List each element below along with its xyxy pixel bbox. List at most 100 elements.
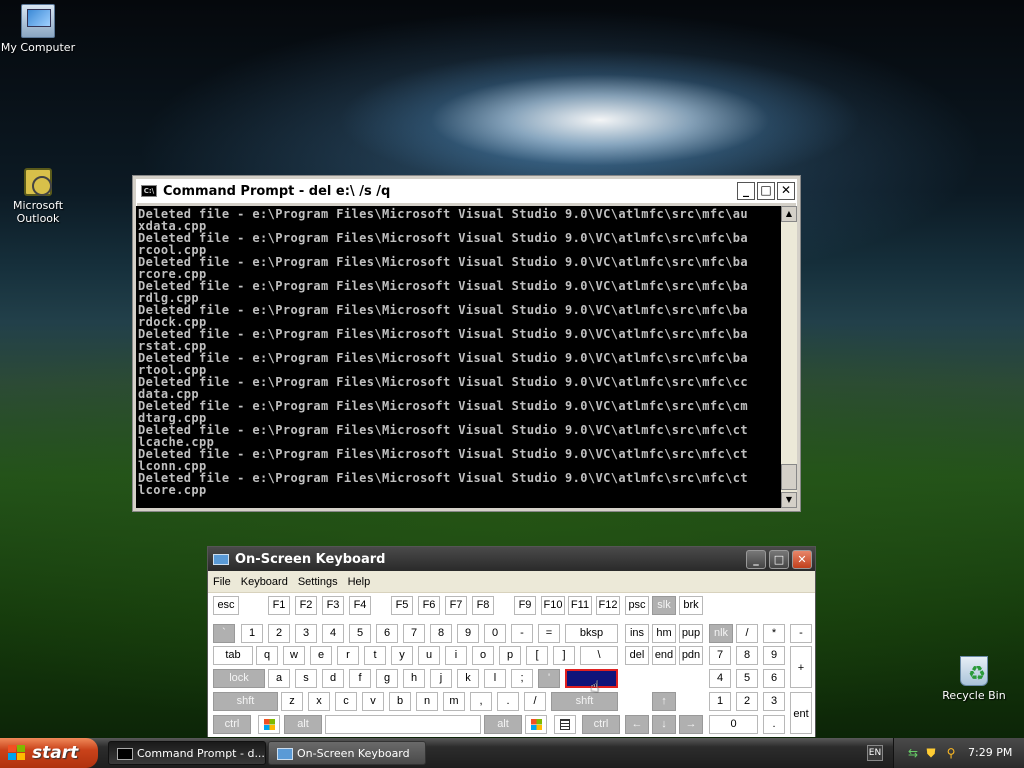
key-j[interactable]: j xyxy=(430,669,452,688)
key-lalt[interactable]: alt xyxy=(284,715,322,734)
key-e[interactable]: e xyxy=(310,646,332,665)
key-f2[interactable]: F2 xyxy=(295,596,317,615)
key-f6[interactable]: F6 xyxy=(418,596,440,615)
key-n2[interactable]: 2 xyxy=(736,692,758,711)
key-z[interactable]: z xyxy=(281,692,303,711)
key-slash[interactable]: / xyxy=(524,692,546,711)
close-button[interactable]: ✕ xyxy=(777,182,795,200)
windows-key-icon[interactable] xyxy=(525,715,547,734)
key-l[interactable]: l xyxy=(484,669,506,688)
key-y[interactable]: y xyxy=(391,646,413,665)
key-w[interactable]: w xyxy=(283,646,305,665)
key-h[interactable]: h xyxy=(403,669,425,688)
key-r[interactable]: r xyxy=(337,646,359,665)
key-tab[interactable]: tab xyxy=(213,646,253,665)
key-f12[interactable]: F12 xyxy=(596,596,620,615)
minimize-button[interactable]: _ xyxy=(737,182,755,200)
key-grave[interactable]: ` xyxy=(213,624,235,643)
key-f10[interactable]: F10 xyxy=(541,596,565,615)
network-icon[interactable]: ⇆ xyxy=(906,746,920,760)
key-del[interactable]: del xyxy=(625,646,649,665)
search-icon[interactable]: ⚲ xyxy=(944,746,958,760)
key-rshft[interactable]: shft xyxy=(551,692,618,711)
key-esc[interactable]: esc xyxy=(213,596,239,615)
key-f8[interactable]: F8 xyxy=(472,596,494,615)
key-bksp[interactable]: bksp xyxy=(565,624,618,643)
key-f11[interactable]: F11 xyxy=(568,596,592,615)
key-equals[interactable]: = xyxy=(538,624,560,643)
key-n9[interactable]: 9 xyxy=(763,646,785,665)
start-button[interactable]: start xyxy=(0,738,98,768)
security-shield-icon[interactable]: ⛊ xyxy=(924,746,938,760)
key-n4[interactable]: 4 xyxy=(709,669,731,688)
key-npstar[interactable]: * xyxy=(763,624,785,643)
key-lock[interactable]: lock xyxy=(213,669,265,688)
command-prompt-title-bar[interactable]: C:\ Command Prompt - del e:\ /s /q _ □ ✕ xyxy=(136,179,797,203)
language-indicator[interactable]: EN xyxy=(867,745,883,761)
key-brk[interactable]: brk xyxy=(679,596,703,615)
key-comma[interactable]: , xyxy=(470,692,492,711)
key-n0[interactable]: 0 xyxy=(709,715,758,734)
minimize-button[interactable]: _ xyxy=(746,549,766,569)
key-f1[interactable]: F1 xyxy=(268,596,290,615)
key-minus[interactable]: - xyxy=(511,624,533,643)
menu-help[interactable]: Help xyxy=(343,576,376,588)
menu-key-icon[interactable] xyxy=(554,715,576,734)
key-f[interactable]: f xyxy=(349,669,371,688)
menu-keyboard[interactable]: Keyboard xyxy=(236,576,293,588)
key-f9[interactable]: F9 xyxy=(514,596,536,615)
key-f3[interactable]: F3 xyxy=(322,596,344,615)
key-x[interactable]: x xyxy=(308,692,330,711)
key-i[interactable]: i xyxy=(445,646,467,665)
key-n[interactable]: n xyxy=(416,692,438,711)
key-m[interactable]: m xyxy=(443,692,465,711)
key-s[interactable]: s xyxy=(295,669,317,688)
key-npslash[interactable]: / xyxy=(736,624,758,643)
key-lbr[interactable]: [ xyxy=(526,646,548,665)
key-n7[interactable]: 7 xyxy=(709,646,731,665)
key-f4[interactable]: F4 xyxy=(349,596,371,615)
key-pup[interactable]: pup xyxy=(679,624,703,643)
key-ins[interactable]: ins xyxy=(625,624,649,643)
windows-key-icon[interactable] xyxy=(258,715,280,734)
maximize-button[interactable]: □ xyxy=(757,182,775,200)
key-hm[interactable]: hm xyxy=(652,624,676,643)
key-o[interactable]: o xyxy=(472,646,494,665)
key-d7[interactable]: 7 xyxy=(403,624,425,643)
key-c[interactable]: c xyxy=(335,692,357,711)
key-d3[interactable]: 3 xyxy=(295,624,317,643)
desktop-icon-recycle-bin[interactable]: Recycle Bin xyxy=(936,656,1012,702)
key-semi[interactable]: ; xyxy=(511,669,533,688)
scroll-up-icon[interactable]: ▲ xyxy=(781,206,797,222)
key-npent[interactable]: ent xyxy=(790,692,812,734)
taskbar-button-command-prompt[interactable]: Command Prompt - d... xyxy=(108,741,266,765)
key-n6[interactable]: 6 xyxy=(763,669,785,688)
key-g[interactable]: g xyxy=(376,669,398,688)
key-f7[interactable]: F7 xyxy=(445,596,467,615)
key-bslash[interactable]: \ xyxy=(580,646,618,665)
key-up[interactable]: ↑ xyxy=(652,692,676,711)
desktop-icon-my-computer[interactable]: My Computer xyxy=(0,4,76,54)
key-d1[interactable]: 1 xyxy=(241,624,263,643)
clock[interactable]: 7:29 PM xyxy=(968,738,1012,768)
close-button[interactable]: ✕ xyxy=(792,549,812,569)
key-t[interactable]: t xyxy=(364,646,386,665)
scroll-thumb[interactable] xyxy=(781,464,797,490)
key-lctrl[interactable]: ctrl xyxy=(213,715,251,734)
vertical-scrollbar[interactable]: ▲ ▼ xyxy=(781,206,797,508)
key-q[interactable]: q xyxy=(256,646,278,665)
key-d[interactable]: d xyxy=(322,669,344,688)
taskbar-button-on-screen-keyboard[interactable]: On-Screen Keyboard xyxy=(268,741,426,765)
osk-title-bar[interactable]: On-Screen Keyboard _ □ ✕ xyxy=(208,547,815,571)
key-u[interactable]: u xyxy=(418,646,440,665)
menu-settings[interactable]: Settings xyxy=(293,576,343,588)
key-nlk[interactable]: nlk xyxy=(709,624,733,643)
key-pdn[interactable]: pdn xyxy=(679,646,703,665)
key-lshft[interactable]: shft xyxy=(213,692,278,711)
key-n1[interactable]: 1 xyxy=(709,692,731,711)
key-space[interactable] xyxy=(325,715,481,734)
key-npdot[interactable]: . xyxy=(763,715,785,734)
key-d0[interactable]: 0 xyxy=(484,624,506,643)
key-npminus[interactable]: - xyxy=(790,624,812,643)
key-n5[interactable]: 5 xyxy=(736,669,758,688)
